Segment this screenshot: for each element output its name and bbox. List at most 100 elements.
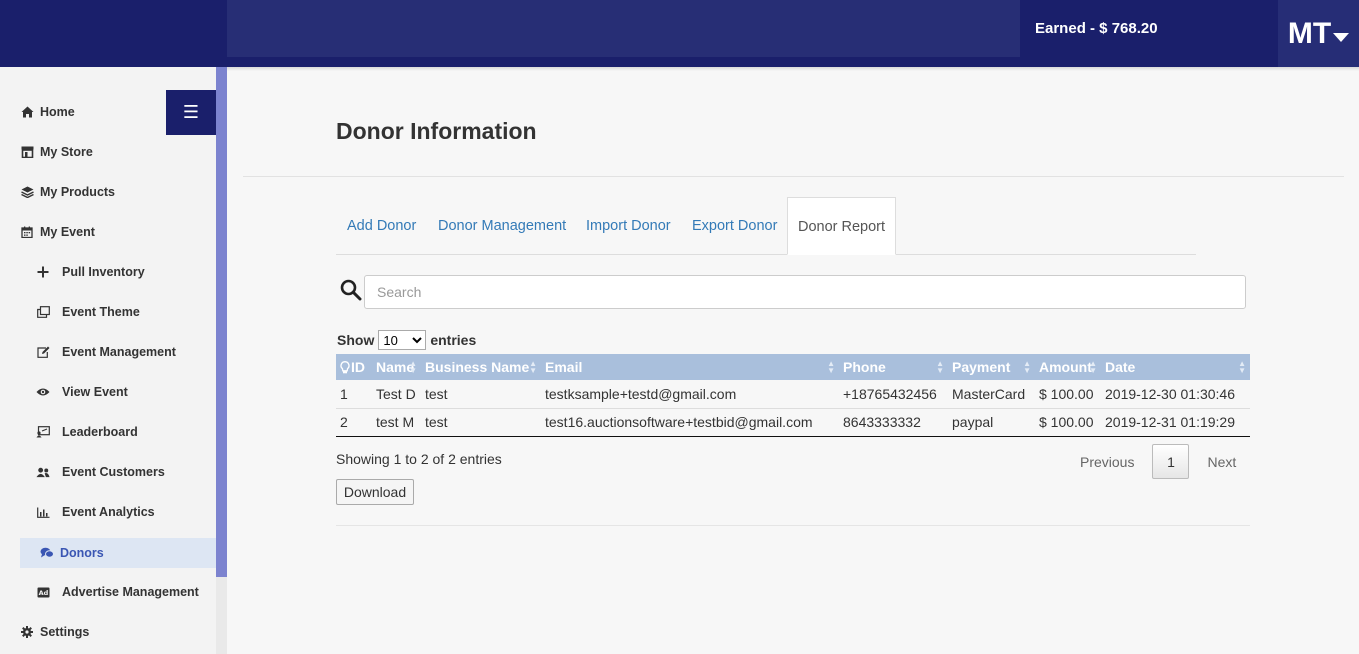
cell-payment: paypal [948,408,1035,437]
sidebar-item-advertise-management[interactable]: Ad Advertise Management [36,577,216,607]
pagination-page-1[interactable]: 1 [1152,444,1190,479]
svg-text:Ad: Ad [38,589,48,597]
sidebar-item-label: Settings [40,625,90,639]
sort-icon: ▲ ▼ [827,359,835,375]
avatar-initials: MT [1287,16,1332,50]
cell-payment: MasterCard [948,380,1035,409]
column-header-amount[interactable]: Amount ▲ ▼ [1035,354,1101,380]
table-info: Showing 1 to 2 of 2 entries [336,451,502,467]
edit-icon [36,345,50,359]
pagination-previous[interactable]: Previous [1062,454,1152,470]
cell-id: 2 [336,408,372,437]
sidebar-item-label: Home [40,105,75,119]
sidebar-item-view-event[interactable]: View Event [36,377,216,407]
cell-date: 2019-12-31 01:19:29 [1101,408,1250,437]
table-row[interactable]: 2 test M test test16.auctionsoftware+tes… [336,408,1250,437]
sort-icon: ▲ ▼ [1089,359,1097,375]
user-menu[interactable]: MT [1278,0,1359,67]
tab-bar: Add Donor Donor Management Import Donor … [336,197,1196,255]
column-header-name[interactable]: Name ▲ ▼ [372,354,421,380]
cell-date: 2019-12-30 01:30:46 [1101,380,1250,409]
bar-chart-icon [36,505,50,519]
plus-icon [36,265,50,279]
cell-business-name: test [421,380,541,409]
gear-icon [20,625,34,639]
column-header-label: ID [351,359,365,375]
sort-icon: ▲ ▼ [529,359,537,375]
leaderboard-icon [36,425,50,439]
sidebar-item-event-analytics[interactable]: Event Analytics [36,497,216,527]
cell-amount: $ 100.00 [1035,380,1101,409]
column-header-payment[interactable]: Payment ▲ ▼ [948,354,1035,380]
page-length-select[interactable]: 10 [378,330,427,350]
column-header-date[interactable]: Date ▲ ▼ [1101,354,1250,380]
sort-icon: ▲ ▼ [936,359,944,375]
tab-donor-management[interactable]: Donor Management [438,197,566,255]
calendar-icon [20,225,34,239]
search-input[interactable] [364,275,1246,309]
download-button[interactable]: Download [336,479,414,505]
tab-import-donor[interactable]: Import Donor [586,197,671,255]
sidebar-item-event-management[interactable]: Event Management [36,337,216,367]
home-icon [20,105,34,119]
sidebar-item-label: Event Analytics [62,505,155,519]
column-header-label: Phone [843,359,886,375]
sidebar-item-label: Donors [60,546,104,560]
sidebar-item-label: My Products [40,185,116,199]
cell-name: Test D [372,380,421,409]
sidebar-item-leaderboard[interactable]: Leaderboard [36,417,216,447]
sidebar-accent-stripe [216,67,227,577]
sidebar-item-home[interactable]: Home [20,97,216,127]
sort-icon: ▲ ▼ [1238,359,1246,375]
column-header-label: Business Name [425,359,530,375]
table-header-row: ID Name ▲ ▼ Business Name ▲ ▼ Email ▲ ▼ Phone ▲… [336,354,1250,380]
eye-icon [36,385,50,399]
sidebar-item-label: My Event [40,225,95,239]
header-center-panel [227,0,1020,57]
sidebar-item-label: Event Management [62,345,176,359]
donors-icon [40,546,54,560]
sidebar-item-label: Advertise Management [62,585,199,599]
column-header-business-name[interactable]: Business Name ▲ ▼ [421,354,541,380]
column-header-label: Email [545,359,583,375]
sidebar-item-my-store[interactable]: My Store [20,137,216,167]
entries-label: entries [430,332,477,348]
column-header-email[interactable]: Email ▲ ▼ [541,354,839,380]
sidebar-item-event-theme[interactable]: Event Theme [36,297,216,327]
tab-donor-report[interactable]: Donor Report [787,197,897,255]
tab-add-donor[interactable]: Add Donor [347,197,416,255]
top-bar: Earned - $ 768.20 MT [0,0,1359,67]
cell-name: test M [372,408,421,437]
page-length-control: Show 10 entries [337,330,476,350]
sidebar-item-label: Leaderboard [62,425,138,439]
cell-email: test16.auctionsoftware+testbid@gmail.com [541,408,839,437]
cell-phone: 8643333332 [839,408,948,437]
cell-business-name: test [421,408,541,437]
users-icon [36,465,50,479]
pagination-next[interactable]: Next [1189,454,1254,470]
sidebar-item-label: My Store [40,145,93,159]
sidebar-item-label: View Event [62,385,128,399]
tab-export-donor[interactable]: Export Donor [692,197,777,255]
copy-icon [36,305,50,319]
sidebar-item-settings[interactable]: Settings [20,617,216,647]
sidebar-stripe-lower [216,577,227,654]
cell-phone: +18765432456 [839,380,948,409]
column-header-label: Payment [952,359,1011,375]
earned-amount: Earned - $ 768.20 [1035,20,1158,37]
column-header-label: Date [1105,359,1136,375]
column-header-phone[interactable]: Phone ▲ ▼ [839,354,948,380]
lightbulb-icon [340,361,350,374]
show-label: Show [337,332,375,348]
column-header-id[interactable]: ID [336,354,372,380]
column-header-label: Amount [1039,359,1092,375]
table-row[interactable]: 1 Test D test testksample+testd@gmail.co… [336,380,1250,409]
sidebar-item-my-event[interactable]: My Event [20,217,216,247]
sidebar-item-donors[interactable]: Donors [20,538,216,568]
sidebar-item-pull-inventory[interactable]: Pull Inventory [36,257,216,287]
sidebar-item-my-products[interactable]: My Products [20,177,216,207]
sidebar-item-event-customers[interactable]: Event Customers [36,457,216,487]
ad-icon: Ad [36,585,50,599]
sidebar-item-label: Event Theme [62,305,140,319]
sidebar-item-label: Pull Inventory [62,265,145,279]
